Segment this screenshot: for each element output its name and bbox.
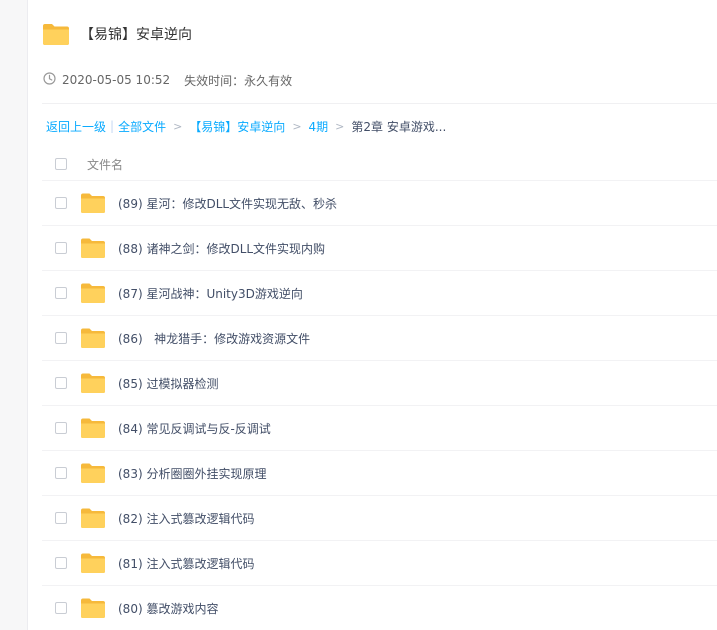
clock-icon (43, 72, 56, 88)
chevron-right-icon: > (173, 119, 183, 133)
folder-icon (80, 282, 106, 304)
file-name[interactable]: (85) 过模拟器检测 (118, 375, 218, 392)
share-meta: 2020-05-05 10:52 失效时间：永久有效 (43, 70, 292, 90)
breadcrumb: 返回上一级 | 全部文件 > 【易锦】安卓逆向 > 4期 > 第2章 安卓游戏.… (46, 117, 446, 135)
folder-icon (80, 237, 106, 259)
divider (42, 103, 717, 104)
file-name[interactable]: (83) 分析圈圈外挂实现原理 (118, 465, 266, 482)
file-name[interactable]: (87) 星河战神：Unity3D游戏逆向 (118, 285, 303, 302)
row-checkbox[interactable] (55, 377, 67, 389)
row-checkbox[interactable] (55, 287, 67, 299)
chevron-right-icon: > (292, 119, 302, 133)
row-checkbox[interactable] (55, 422, 67, 434)
folder-icon (80, 372, 106, 394)
file-row[interactable]: (83) 分析圈圈外挂实现原理 (42, 451, 717, 496)
file-row[interactable]: (89) 星河：修改DLL文件实现无敌、秒杀 (42, 181, 717, 226)
chevron-right-icon: > (335, 119, 345, 133)
folder-icon (80, 462, 106, 484)
file-row[interactable]: (84) 常见反调试与反-反调试 (42, 406, 717, 451)
column-header-filename[interactable]: 文件名 (87, 156, 123, 173)
file-row[interactable]: (88) 诸神之剑：修改DLL文件实现内购 (42, 226, 717, 271)
folder-icon (80, 327, 106, 349)
file-name[interactable]: (82) 注入式篡改逻辑代码 (118, 510, 254, 527)
file-name[interactable]: (81) 注入式篡改逻辑代码 (118, 555, 254, 572)
folder-icon (80, 597, 106, 619)
created-time: 2020-05-05 10:52 (62, 73, 171, 87)
row-checkbox[interactable] (55, 242, 67, 254)
folder-icon (80, 552, 106, 574)
folder-icon (80, 192, 106, 214)
file-name[interactable]: (80) 篡改游戏内容 (118, 600, 218, 617)
share-panel: 【易锦】安卓逆向 2020-05-05 10:52 失效时间：永久有效 返回上一… (27, 0, 717, 630)
breadcrumb-current: 第2章 安卓游戏... (351, 119, 447, 134)
expire-time: 失效时间：永久有效 (184, 73, 293, 88)
file-row[interactable]: (82) 注入式篡改逻辑代码 (42, 496, 717, 541)
breadcrumb-item-period[interactable]: 4期 (309, 118, 329, 135)
folder-icon (80, 417, 106, 439)
all-files-link[interactable]: 全部文件 (118, 118, 166, 135)
row-checkbox[interactable] (55, 602, 67, 614)
file-name[interactable]: (88) 诸神之剑：修改DLL文件实现内购 (118, 240, 325, 257)
file-name[interactable]: (89) 星河：修改DLL文件实现无敌、秒杀 (118, 195, 337, 212)
file-list-header: 文件名 (42, 148, 717, 181)
row-checkbox[interactable] (55, 332, 67, 344)
row-checkbox[interactable] (55, 197, 67, 209)
file-row[interactable]: (80) 篡改游戏内容 (42, 586, 717, 630)
row-checkbox[interactable] (55, 557, 67, 569)
select-all-checkbox[interactable] (55, 158, 67, 170)
file-list: (89) 星河：修改DLL文件实现无敌、秒杀 (88) 诸神之剑：修改DLL文件… (42, 181, 717, 630)
folder-icon (80, 507, 106, 529)
file-name[interactable]: (86) 神龙猎手：修改游戏资源文件 (118, 330, 310, 347)
breadcrumb-item-course[interactable]: 【易锦】安卓逆向 (189, 118, 285, 135)
back-link[interactable]: 返回上一级 (46, 118, 106, 135)
share-header: 【易锦】安卓逆向 (42, 18, 192, 50)
file-name[interactable]: (84) 常见反调试与反-反调试 (118, 420, 271, 437)
page: 【易锦】安卓逆向 2020-05-05 10:52 失效时间：永久有效 返回上一… (0, 0, 717, 630)
file-row[interactable]: (86) 神龙猎手：修改游戏资源文件 (42, 316, 717, 361)
breadcrumb-divider: | (110, 119, 115, 133)
file-row[interactable]: (85) 过模拟器检测 (42, 361, 717, 406)
file-row[interactable]: (81) 注入式篡改逻辑代码 (42, 541, 717, 586)
share-title: 【易锦】安卓逆向 (80, 27, 192, 43)
row-checkbox[interactable] (55, 467, 67, 479)
folder-icon (42, 22, 70, 46)
row-checkbox[interactable] (55, 512, 67, 524)
file-row[interactable]: (87) 星河战神：Unity3D游戏逆向 (42, 271, 717, 316)
